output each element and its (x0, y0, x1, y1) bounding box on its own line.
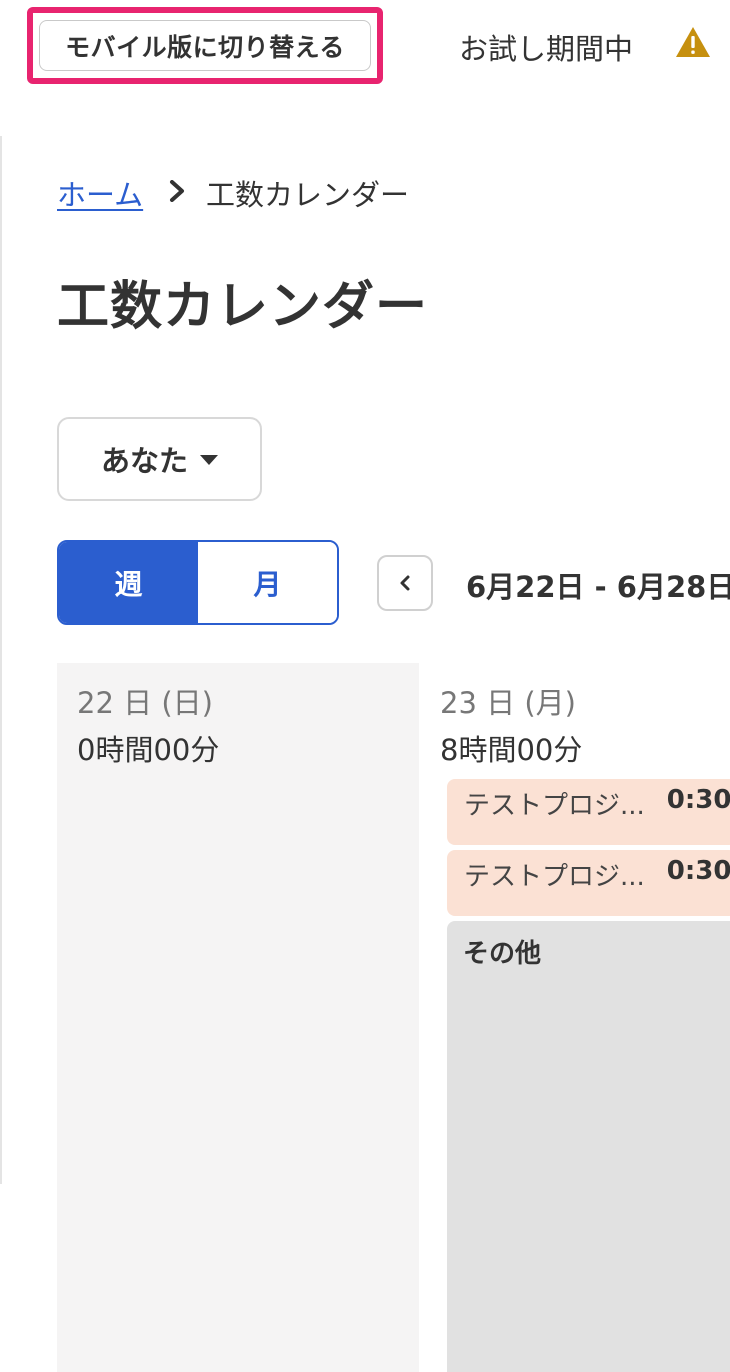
trial-status-text: お試し期間中 (459, 32, 634, 66)
entry-duration: 0:30 (666, 785, 730, 815)
breadcrumb-current: 工数カレンダー (206, 178, 410, 212)
user-filter-value: あなた (100, 444, 188, 478)
other-entries-block[interactable]: その他 (447, 921, 730, 1372)
week-view-button[interactable]: 週 (59, 542, 198, 623)
switch-to-mobile-button[interactable]: モバイル版に切り替える (39, 20, 371, 71)
other-label: その他 (463, 939, 542, 969)
previous-week-button[interactable] (377, 555, 433, 611)
day-label: 23 日 (月) (440, 686, 576, 720)
user-filter-dropdown[interactable]: あなた (57, 417, 262, 501)
date-range-label: 6月22日 - 6月28日 (466, 570, 730, 604)
caret-down-icon (200, 455, 218, 465)
sidebar-edge (0, 136, 2, 1184)
warning-triangle-icon[interactable] (675, 26, 711, 58)
time-entry[interactable]: テストプロジ... 0:30 (447, 850, 730, 916)
breadcrumb-home-link[interactable]: ホーム (57, 172, 143, 214)
time-entry[interactable]: テストプロジ... 0:30 (447, 779, 730, 845)
chevron-left-icon (400, 575, 410, 591)
day-total-hours: 8時間00分 (440, 733, 583, 767)
day-total-hours: 0時間00分 (77, 733, 220, 767)
day-column-sun[interactable] (57, 663, 419, 1372)
view-toggle: 週 月 (57, 540, 339, 625)
entry-project-name: テストプロジ... (464, 791, 645, 821)
day-label: 22 日 (日) (77, 686, 213, 720)
month-view-button[interactable]: 月 (198, 542, 337, 623)
chevron-right-icon (168, 180, 186, 202)
page-title: 工数カレンダー (57, 277, 429, 337)
entry-project-name: テストプロジ... (464, 862, 645, 892)
entry-duration: 0:30 (666, 856, 730, 886)
